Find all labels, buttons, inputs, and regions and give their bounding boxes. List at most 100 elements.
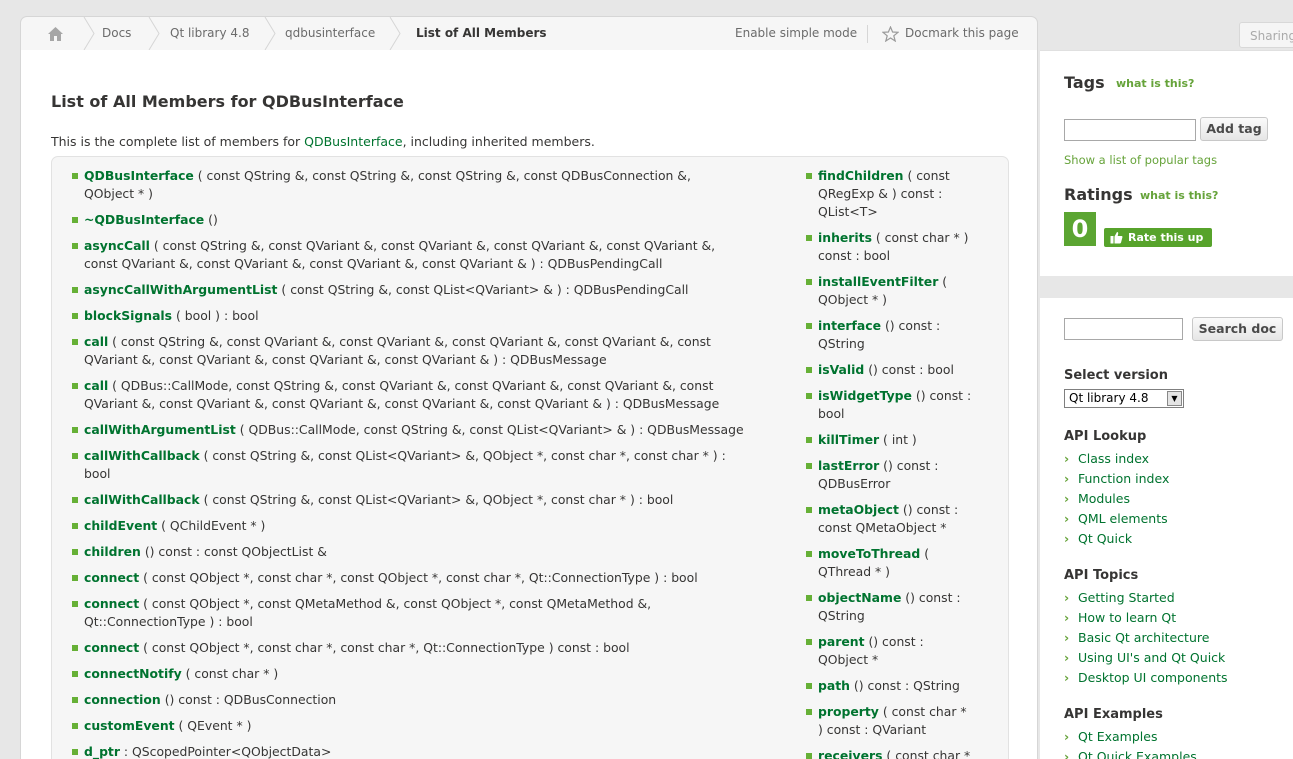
intro-class-link[interactable]: QDBusInterface (304, 134, 402, 149)
member-name-link[interactable]: connect (84, 596, 139, 611)
member-name-link[interactable]: objectName (818, 590, 901, 605)
sidebar-link[interactable]: › Desktop UI components (1064, 670, 1228, 685)
bullet-icon (72, 453, 78, 459)
member-item: QDBusInterface ( const QString &, const … (72, 167, 784, 203)
member-name-link[interactable]: connect (84, 640, 139, 655)
rate-up-button[interactable]: Rate this up (1104, 228, 1212, 247)
member-signature-cont: Qt::ConnectionType ) : bool (84, 614, 253, 629)
tag-input[interactable] (1064, 119, 1196, 141)
member-name-link[interactable]: callWithCallback (84, 448, 200, 463)
member-item: isWidgetType () const : bool (806, 387, 988, 423)
popular-tags-link[interactable]: Show a list of popular tags (1064, 153, 1217, 167)
search-doc-input[interactable] (1064, 318, 1183, 340)
sidebar-link[interactable]: › Function index (1064, 471, 1169, 486)
member-name-link[interactable]: customEvent (84, 718, 175, 733)
bullet-icon (806, 683, 812, 689)
sidebar-link[interactable]: › Modules (1064, 491, 1130, 506)
member-item: connection () const : QDBusConnection (72, 691, 784, 709)
bullet-icon (72, 287, 78, 293)
member-signature: ( const QString &, const QList<QVariant>… (199, 492, 674, 507)
member-name-link[interactable]: moveToThread (818, 546, 920, 561)
star-icon[interactable] (882, 26, 899, 42)
member-name-link[interactable]: blockSignals (84, 308, 172, 323)
member-name-link[interactable]: asyncCall (84, 238, 150, 253)
api-examples-heading: API Examples (1064, 707, 1163, 722)
member-name-link[interactable]: connection (84, 692, 161, 707)
breadcrumb-qt-library[interactable]: Qt library 4.8 (170, 17, 249, 50)
member-name-link[interactable]: QDBusInterface (84, 168, 194, 183)
member-signature: () const : (881, 318, 941, 333)
member-name-link[interactable]: property (818, 704, 879, 719)
member-signature: () const : (901, 590, 961, 605)
sidebar-gap (1040, 276, 1293, 298)
member-item: metaObject () const : const QMetaObject * (806, 501, 988, 537)
member-signature: ( const QString &, const QString &, cons… (193, 168, 691, 183)
member-name-link[interactable]: callWithCallback (84, 492, 200, 507)
member-signature: () const : const QObjectList & (140, 544, 327, 559)
bullet-icon (72, 173, 78, 179)
sidebar-link-label: Qt Examples (1078, 729, 1158, 744)
intro-pre: This is the complete list of members for (51, 134, 305, 149)
sidebar-link[interactable]: › Getting Started (1064, 590, 1175, 605)
chevron-right-icon: › (1064, 610, 1070, 625)
member-item: parent () const : QObject * (806, 633, 988, 669)
member-item: callWithArgumentList ( QDBus::CallMode, … (72, 421, 784, 439)
sidebar-link[interactable]: › Basic Qt architecture (1064, 630, 1209, 645)
member-name-link[interactable]: callWithArgumentList (84, 422, 236, 437)
tags-what-is-this-link[interactable]: what is this? (1116, 77, 1194, 90)
docmark-link[interactable]: Docmark this page (905, 17, 1019, 50)
member-signature: ( const char * (882, 748, 971, 759)
member-name-link[interactable]: path (818, 678, 850, 693)
member-item: objectName () const : QString (806, 589, 988, 625)
member-name-link[interactable]: connect (84, 570, 139, 585)
breadcrumb-docs[interactable]: Docs (102, 17, 131, 50)
member-name-link[interactable]: findChildren (818, 168, 904, 183)
member-signature-cont: bool (84, 466, 111, 481)
member-name-link[interactable]: call (84, 378, 108, 393)
sidebar-link[interactable]: › QML elements (1064, 511, 1168, 526)
sidebar-link[interactable]: › Qt Examples (1064, 729, 1157, 744)
sidebar-link[interactable]: › Using UI's and Qt Quick (1064, 650, 1225, 665)
bullet-icon (806, 323, 812, 329)
breadcrumb-qdbusinterface[interactable]: qdbusinterface (285, 17, 375, 50)
sharing-button[interactable]: Sharing (1239, 22, 1293, 48)
member-signature: ( const char * ) (181, 666, 279, 681)
sidebar-link-label: Qt Quick Examples (1078, 749, 1197, 759)
search-doc-button[interactable]: Search doc (1192, 317, 1283, 341)
member-name-link[interactable]: childEvent (84, 518, 157, 533)
member-name-link[interactable]: installEventFilter (818, 274, 938, 289)
member-item: interface () const : QString (806, 317, 988, 353)
member-name-link[interactable]: isValid (818, 362, 864, 377)
member-name-link[interactable]: lastError (818, 458, 879, 473)
member-signature: () const : (879, 458, 939, 473)
member-name-link[interactable]: asyncCallWithArgumentList (84, 282, 277, 297)
member-signature: () const : bool (864, 362, 954, 377)
member-name-link[interactable]: killTimer (818, 432, 879, 447)
home-icon[interactable] (47, 26, 64, 42)
ratings-what-is-this-link[interactable]: what is this? (1140, 189, 1218, 202)
breadcrumb: Docs Qt library 4.8 qdbusinterface List … (20, 16, 1038, 51)
sidebar-link[interactable]: › Class index (1064, 451, 1149, 466)
version-select[interactable]: Qt library 4.8 ▼ (1064, 389, 1184, 408)
member-name-link[interactable]: connectNotify (84, 666, 182, 681)
enable-simple-mode-link[interactable]: Enable simple mode (735, 17, 857, 50)
sidebar-link[interactable]: › How to learn Qt (1064, 610, 1176, 625)
bullet-icon (72, 671, 78, 677)
member-name-link[interactable]: interface (818, 318, 881, 333)
dropdown-arrow-icon[interactable]: ▼ (1167, 391, 1182, 406)
member-name-link[interactable]: children (84, 544, 141, 559)
member-name-link[interactable]: d_ptr (84, 744, 120, 759)
member-signature-cont: QString (818, 608, 865, 623)
member-name-link[interactable]: parent (818, 634, 865, 649)
member-name-link[interactable]: receivers (818, 748, 882, 759)
member-name-link[interactable]: inherits (818, 230, 872, 245)
member-name-link[interactable]: call (84, 334, 108, 349)
member-item: asyncCall ( const QString &, const QVari… (72, 237, 784, 273)
add-tag-button[interactable]: Add tag (1200, 117, 1268, 141)
member-name-link[interactable]: metaObject (818, 502, 899, 517)
sidebar-link[interactable]: › Qt Quick (1064, 531, 1132, 546)
member-name-link[interactable]: isWidgetType (818, 388, 912, 403)
bullet-icon (72, 645, 78, 651)
member-name-link[interactable]: ~QDBusInterface (84, 212, 204, 227)
sidebar-link[interactable]: › Qt Quick Examples (1064, 749, 1197, 759)
